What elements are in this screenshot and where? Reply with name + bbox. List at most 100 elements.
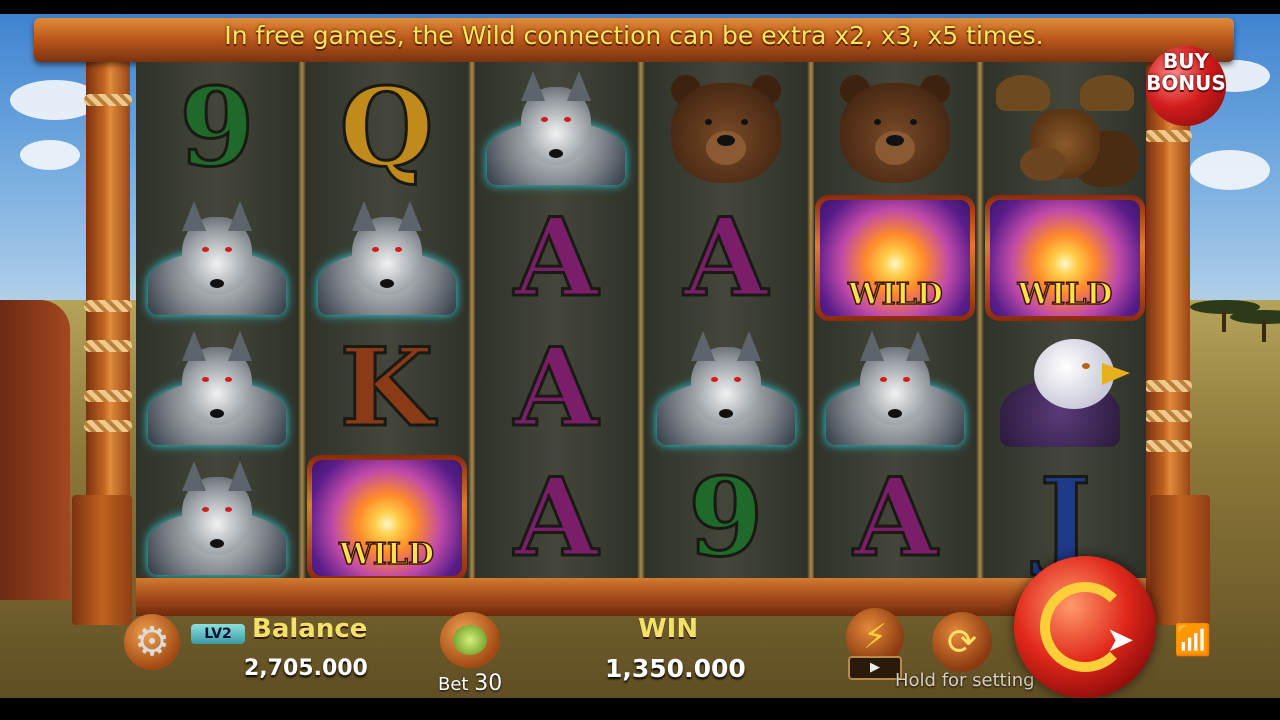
reel-symbol: 9	[645, 454, 807, 582]
play-icon: ▶	[870, 660, 880, 675]
reel-separator	[299, 62, 305, 580]
reel-symbol	[645, 64, 807, 192]
reel-symbol	[984, 64, 1146, 192]
bear-symbol-icon	[820, 69, 970, 187]
sunburst-icon: WILD	[820, 200, 971, 316]
reel-5: WILD A	[814, 62, 977, 582]
coin-stack-icon	[453, 625, 487, 655]
letterbox-bottom	[0, 698, 1280, 720]
card-symbol-a: A	[513, 195, 600, 321]
win-label: WIN	[638, 614, 699, 644]
gear-icon: ⚙	[134, 619, 170, 665]
wolf-symbol-icon	[142, 199, 292, 317]
acacia-tree	[1230, 310, 1280, 342]
wolf-symbol-icon	[142, 459, 292, 577]
reel-symbol: Q	[306, 64, 468, 192]
sunburst-icon: WILD	[311, 460, 462, 576]
reel-3: AAA	[475, 62, 638, 582]
moose-symbol-icon	[990, 69, 1140, 187]
buy-bonus-label: BUY BONUS	[1136, 50, 1236, 94]
wolf-symbol-icon	[312, 199, 462, 317]
reel-symbol	[136, 324, 298, 452]
rope-binding	[84, 94, 132, 106]
rope-binding	[84, 300, 132, 312]
reel-separator	[807, 62, 814, 580]
cursor-arrow-icon: ➤	[1106, 620, 1135, 660]
bet-label: Bet	[438, 674, 469, 695]
bet-display: Bet 30	[438, 671, 502, 696]
reel-symbol	[645, 324, 807, 452]
wild-symbol: WILD	[306, 455, 467, 581]
wood-foot-right	[1150, 495, 1210, 625]
rope-binding	[1144, 440, 1192, 452]
reel-symbol: WILD	[306, 454, 468, 582]
quick-play-button[interactable]: ▶	[848, 656, 902, 680]
buy-bonus-button[interactable]: BUY BONUS	[1136, 36, 1236, 126]
wifi-icon: 📶	[1174, 623, 1212, 658]
reel-4: A9	[644, 62, 807, 582]
wood-foot-left	[72, 495, 132, 625]
reel-symbol	[136, 454, 298, 582]
rope-binding	[1144, 130, 1192, 142]
wolf-symbol-icon	[651, 329, 801, 447]
reel-symbol	[136, 194, 298, 322]
card-symbol-9: 9	[687, 455, 765, 581]
balance-value: 2,705.000	[244, 656, 368, 681]
card-symbol-9: 9	[178, 65, 256, 191]
reel-symbol: A	[475, 324, 637, 452]
reel-symbol: A	[814, 454, 976, 582]
wolf-symbol-icon	[481, 69, 631, 187]
spin-button[interactable]: ➤	[1014, 556, 1156, 698]
wild-symbol: WILD	[815, 195, 976, 321]
balance-label: Balance	[252, 614, 368, 644]
rope-binding	[1144, 410, 1192, 422]
wild-label: WILD	[847, 276, 943, 313]
cloud	[1190, 150, 1270, 190]
card-symbol-a: A	[513, 325, 600, 451]
reel-symbol: A	[475, 454, 637, 582]
card-symbol-a: A	[513, 455, 600, 581]
reel-separator	[977, 62, 984, 580]
card-symbol-a: A	[852, 455, 939, 581]
level-badge: LV2	[191, 624, 245, 644]
card-symbol-a: A	[682, 195, 769, 321]
card-symbol-k: K	[338, 325, 435, 451]
settings-button[interactable]: ⚙	[124, 614, 180, 670]
autoplay-button[interactable]: ⟳	[932, 612, 992, 672]
reel-2: Q K WILD	[305, 62, 468, 582]
free-games-banner: In free games, the Wild connection can b…	[224, 21, 1044, 50]
cloud	[20, 140, 80, 170]
letterbox-top	[0, 0, 1280, 14]
hold-for-setting-hint: Hold for setting	[895, 670, 1035, 691]
eagle-symbol-icon	[990, 329, 1140, 447]
reel-symbol: A	[645, 194, 807, 322]
bet-button[interactable]	[440, 612, 500, 668]
reel-symbol	[475, 64, 637, 192]
bet-value: 30	[474, 671, 503, 696]
reel-6: WILD J	[984, 62, 1146, 580]
rope-binding	[84, 390, 132, 402]
sunburst-icon: WILD	[990, 200, 1140, 316]
bottom-wood-beam	[136, 578, 1146, 616]
rock-formation	[0, 300, 70, 600]
reel-symbol	[814, 64, 976, 192]
bear-symbol-icon	[651, 69, 801, 187]
reel-symbol: WILD	[814, 194, 976, 322]
reel-separator	[468, 62, 475, 580]
rope-binding	[84, 420, 132, 432]
lightning-icon: ⚡	[863, 617, 887, 657]
reel-symbol	[306, 194, 468, 322]
reel-symbol: 9	[136, 64, 298, 192]
slot-game-screen: In free games, the Wild connection can b…	[0, 0, 1280, 720]
card-symbol-q: Q	[338, 65, 435, 191]
buy-bonus-line2: BONUS	[1146, 71, 1226, 95]
reel-1: 9	[136, 62, 298, 580]
win-value: 1,350.000	[605, 654, 746, 683]
buy-bonus-line1: BUY	[1163, 49, 1209, 73]
reel-symbol: K	[306, 324, 468, 452]
reel-symbol	[814, 324, 976, 452]
rope-binding	[84, 340, 132, 352]
wolf-symbol-icon	[820, 329, 970, 447]
wild-label: WILD	[338, 536, 435, 573]
wild-symbol: WILD	[985, 195, 1145, 321]
